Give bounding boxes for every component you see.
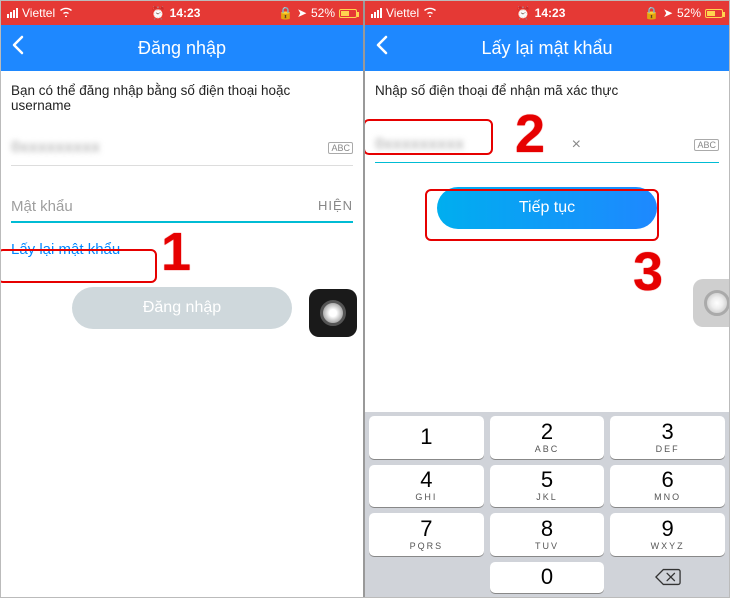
key-2[interactable]: 2ABC (490, 416, 605, 459)
battery-label: 52% (677, 6, 701, 20)
battery-icon (339, 9, 357, 18)
alarm-icon: ⏰ (516, 6, 531, 20)
phone-input[interactable]: 0xxxxxxxxx × ABC (375, 130, 719, 163)
assistive-touch-icon[interactable] (693, 279, 729, 327)
time-label: 14:23 (170, 6, 201, 20)
show-password-toggle[interactable]: HIỆN (318, 198, 353, 215)
numeric-keypad: 1 2ABC 3DEF 4GHI 5JKL 6MNO 7PQRS 8TUV 9W… (365, 412, 729, 597)
page-title: Đăng nhập (138, 38, 226, 59)
clear-icon[interactable]: × (572, 136, 581, 154)
screen-recover: Viettel ⏰ 14:23 🔒 ➤ 52% Lấy lại mật khẩu (365, 1, 729, 597)
key-6[interactable]: 6MNO (610, 465, 725, 508)
abc-badge: ABC (694, 139, 719, 151)
login-button[interactable]: Đăng nhập (72, 287, 292, 329)
back-icon[interactable] (375, 35, 389, 61)
location-icon: ➤ (297, 6, 307, 20)
status-bar: Viettel ⏰ 14:23 🔒 ➤ 52% (1, 1, 363, 25)
key-8[interactable]: 8TUV (490, 513, 605, 556)
lock-icon: 🔒 (278, 6, 293, 20)
password-placeholder: Mật khẩu (11, 198, 73, 215)
time-label: 14:23 (535, 6, 566, 20)
key-4[interactable]: 4GHI (369, 465, 484, 508)
forgot-password-link[interactable]: Lấy lại mật khẩu (11, 241, 120, 258)
signal-icon (7, 8, 18, 18)
battery-icon (705, 9, 723, 18)
key-0[interactable]: 0 (490, 562, 605, 594)
key-3[interactable]: 3DEF (610, 416, 725, 459)
key-backspace[interactable] (610, 562, 725, 594)
key-blank (369, 562, 484, 594)
carrier-label: Viettel (386, 6, 419, 20)
annotation-number-3: 3 (633, 241, 663, 303)
screen-login: Viettel ⏰ 14:23 🔒 ➤ 52% Đăng nhập (1, 1, 365, 597)
login-button-label: Đăng nhập (143, 299, 221, 317)
annotation-number-1: 1 (161, 221, 191, 283)
key-1[interactable]: 1 (369, 416, 484, 459)
back-icon[interactable] (11, 35, 25, 61)
continue-button[interactable]: Tiếp tục (437, 187, 657, 229)
key-5[interactable]: 5JKL (490, 465, 605, 508)
phone-input[interactable]: 0xxxxxxxxx ABC (11, 133, 353, 166)
abc-badge: ABC (328, 142, 353, 154)
battery-label: 52% (311, 6, 335, 20)
header: Đăng nhập (1, 25, 363, 71)
page-title: Lấy lại mật khẩu (481, 38, 612, 59)
wifi-icon (423, 6, 437, 20)
hint-text: Nhập số điện thoại để nhận mã xác thực (375, 83, 719, 98)
continue-button-label: Tiếp tục (519, 199, 575, 217)
hint-text: Bạn có thể đăng nhập bằng số điện thoại … (11, 83, 353, 113)
header: Lấy lại mật khẩu (365, 25, 729, 71)
key-9[interactable]: 9WXYZ (610, 513, 725, 556)
assistive-touch-icon[interactable] (309, 289, 357, 337)
password-input[interactable]: Mật khẩu HIỆN (11, 188, 353, 223)
carrier-label: Viettel (22, 6, 55, 20)
signal-icon (371, 8, 382, 18)
lock-icon: 🔒 (644, 6, 659, 20)
alarm-icon: ⏰ (151, 6, 166, 20)
key-7[interactable]: 7PQRS (369, 513, 484, 556)
phone-value: 0xxxxxxxxx (11, 139, 100, 157)
location-icon: ➤ (663, 6, 673, 20)
wifi-icon (59, 6, 73, 20)
phone-value: 0xxxxxxxxx (375, 136, 464, 154)
status-bar: Viettel ⏰ 14:23 🔒 ➤ 52% (365, 1, 729, 25)
